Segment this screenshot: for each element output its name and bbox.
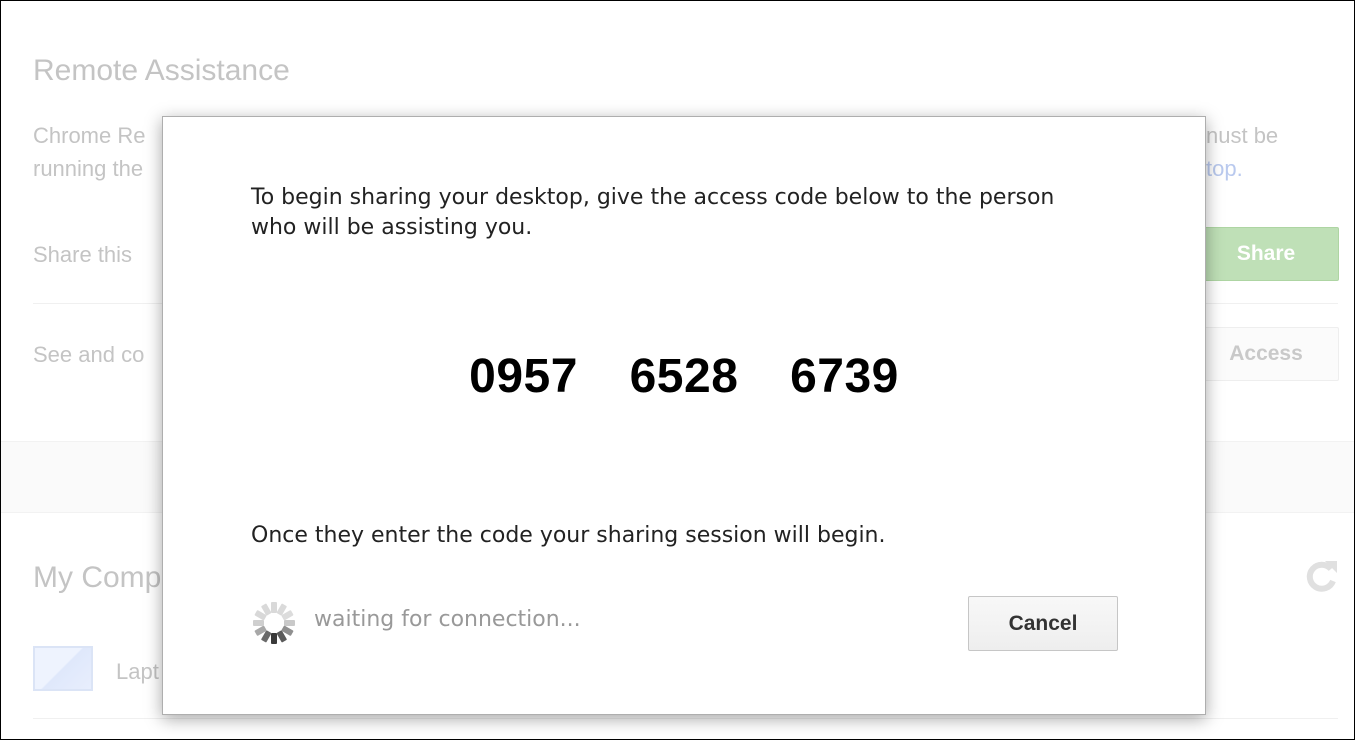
share-button[interactable]: Share <box>1193 227 1339 281</box>
cancel-button[interactable]: Cancel <box>968 596 1118 651</box>
remote-assistance-desc-right-line1: nust be <box>1206 123 1279 148</box>
remote-assistance-desc-line1: Chrome Re <box>33 123 146 148</box>
access-row-label: See and co <box>33 342 145 367</box>
my-computers-title: My Comp <box>33 561 162 594</box>
share-dialog: To begin sharing your desktop, give the … <box>162 116 1206 715</box>
dialog-session-note: Once they enter the code your sharing se… <box>251 523 886 548</box>
computer-icon <box>33 646 93 691</box>
access-button[interactable]: Access <box>1193 327 1339 381</box>
remote-assistance-desc-line2: running the <box>33 156 144 181</box>
remote-assistance-title: Remote Assistance <box>33 54 290 87</box>
divider <box>33 718 1338 719</box>
loading-spinner-icon <box>253 602 295 644</box>
refresh-icon[interactable] <box>1301 557 1341 597</box>
remote-assistance-desc-link[interactable]: top. <box>1206 152 1243 185</box>
computer-name[interactable]: Lapt <box>116 659 159 685</box>
dialog-instructions: To begin sharing your desktop, give the … <box>251 185 1055 240</box>
app-window: Remote Assistance Chrome Re running the … <box>0 0 1355 740</box>
share-row-label: Share this <box>33 242 133 267</box>
access-code: 0957 6528 6739 <box>469 350 899 403</box>
connection-status: waiting for connection... <box>314 607 581 632</box>
